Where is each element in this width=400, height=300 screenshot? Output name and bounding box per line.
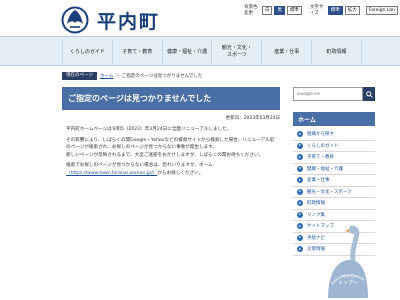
renewal-notice: 平内町ホームページは令和5（2023）年3月24日に全面リニューアルしました。 [66, 127, 232, 132]
breadcrumb-home-link[interactable]: ホーム [100, 73, 113, 79]
sidebar-item-label: 産業・仕事 [307, 178, 330, 184]
sidebar-item-label: 組織から探す [307, 132, 334, 138]
nav-tourism-culture[interactable]: 観光・文化・ スポーツ [211, 40, 261, 64]
global-nav: くらしのガイド 子育て・教育 健康・福祉・介護 観光・文化・ スポーツ 産業・仕… [0, 36, 400, 66]
sidebar-item-label: 災害情報 [307, 247, 325, 253]
font-size-label: 文字サイズ [309, 5, 324, 16]
sidebar-item-tourism[interactable]: 観光・文化・スポーツ [293, 187, 375, 198]
arrow-right-icon [297, 177, 303, 184]
nav-life-guide[interactable]: くらしのガイド [62, 40, 112, 64]
home-search-notice: 検索でお探しのページが見つからない場合は、恐れいりますが、ホーム （https:… [66, 162, 278, 177]
font-standard-button[interactable]: 標準 [327, 5, 343, 15]
sidebar-item-label: リンク集 [307, 212, 325, 218]
arrow-right-icon [297, 131, 303, 138]
search-input[interactable] [293, 87, 363, 101]
breadcrumb-current: ご指定のページは見つかりませんでした [121, 74, 203, 79]
search-icon [365, 90, 373, 98]
arrow-right-icon [297, 188, 303, 195]
sidebar-item-label: 子育て・教育 [307, 155, 334, 161]
breadcrumb: 現在のページ ホーム ＞ ご指定のページは見つかりませんでした [62, 72, 202, 80]
search-button[interactable] [363, 87, 375, 101]
bg-standard-button[interactable]: 標準 [286, 5, 302, 15]
breadcrumb-separator: ＞ [115, 74, 120, 79]
main-body: 平内町ホームページは令和5（2023）年3月24日に全面リニューアルしました。 … [66, 126, 278, 181]
site-search [293, 87, 375, 101]
arrow-right-icon [297, 154, 303, 161]
current-page-label: 現在のページ [62, 72, 97, 80]
sidebar-item-health[interactable]: 健康・福祉・介護 [293, 164, 375, 175]
town-emblem-logo[interactable] [60, 6, 90, 34]
arrow-right-icon [297, 246, 303, 253]
sidebar-item-label: 手続ナビ [307, 235, 325, 241]
nav-industry-jobs[interactable]: 産業・仕事 [261, 40, 311, 64]
arrow-right-icon [297, 165, 303, 172]
bg-color-label: 背景色変更 [244, 5, 258, 16]
site-header: 平内町 背景色変更 白 黒 標準 文字サイズ 標準 拡大 Foreign Lan [0, 0, 400, 36]
sidebar-item-label: 町政情報 [307, 201, 325, 207]
arrow-right-icon [297, 142, 303, 149]
accessibility-tools: 背景色変更 白 黒 標準 文字サイズ 標準 拡大 Foreign Lan [244, 5, 400, 16]
url-suffix-text: からお探しください。 [157, 170, 204, 176]
arrow-right-icon [297, 211, 303, 218]
updated-date: 更新日：2023年03月24日 [225, 116, 280, 121]
bg-white-button[interactable]: 白 [261, 5, 273, 15]
nav-health-welfare[interactable]: 健康・福祉・介護 [161, 40, 212, 64]
bg-black-button[interactable]: 黒 [274, 5, 285, 15]
sidebar-item-childcare[interactable]: 子育て・教育 [293, 152, 375, 164]
sidebar-item-industry[interactable]: 産業・仕事 [293, 175, 375, 187]
language-button[interactable]: Foreign Lan [365, 5, 398, 15]
page-title: ご指定のページは見つかりませんでした [62, 87, 280, 110]
sidebar-item-life-guide[interactable]: くらしのガイド [293, 141, 375, 152]
search-impact-notice: その影響により、しばらくの間Google・Yahooなどの検索サイトから検索した… [66, 137, 275, 158]
arrow-right-icon [297, 223, 303, 230]
arrow-right-icon [297, 234, 303, 241]
sidebar-item-org[interactable]: 組織から探す [293, 129, 375, 141]
sidebar-item-links[interactable]: リンク集 [293, 210, 375, 221]
site-title[interactable]: 平内町 [97, 7, 160, 34]
swan-pagetop-icon[interactable] [326, 224, 370, 298]
nav-town-info[interactable]: 町政情報 [311, 40, 362, 64]
font-large-button[interactable]: 拡大 [344, 5, 360, 15]
home-search-text: 検索でお探しのページが見つからない場合は、恐れいりますが、ホーム [66, 163, 213, 169]
sidebar-item-label: 観光・文化・スポーツ [307, 189, 352, 195]
home-url-link[interactable]: （https://www.town.hiranai.aomori.jp/） [66, 171, 157, 176]
arrow-right-icon [297, 200, 303, 207]
nav-childcare-education[interactable]: 子育て・教育 [111, 40, 162, 64]
sidebar-heading: ホーム [293, 112, 375, 126]
sidebar-item-town-info[interactable]: 町政情報 [293, 198, 375, 210]
sidebar-item-label: くらしのガイド [307, 143, 339, 149]
sidebar-item-label: 健康・福祉・介護 [307, 166, 343, 172]
